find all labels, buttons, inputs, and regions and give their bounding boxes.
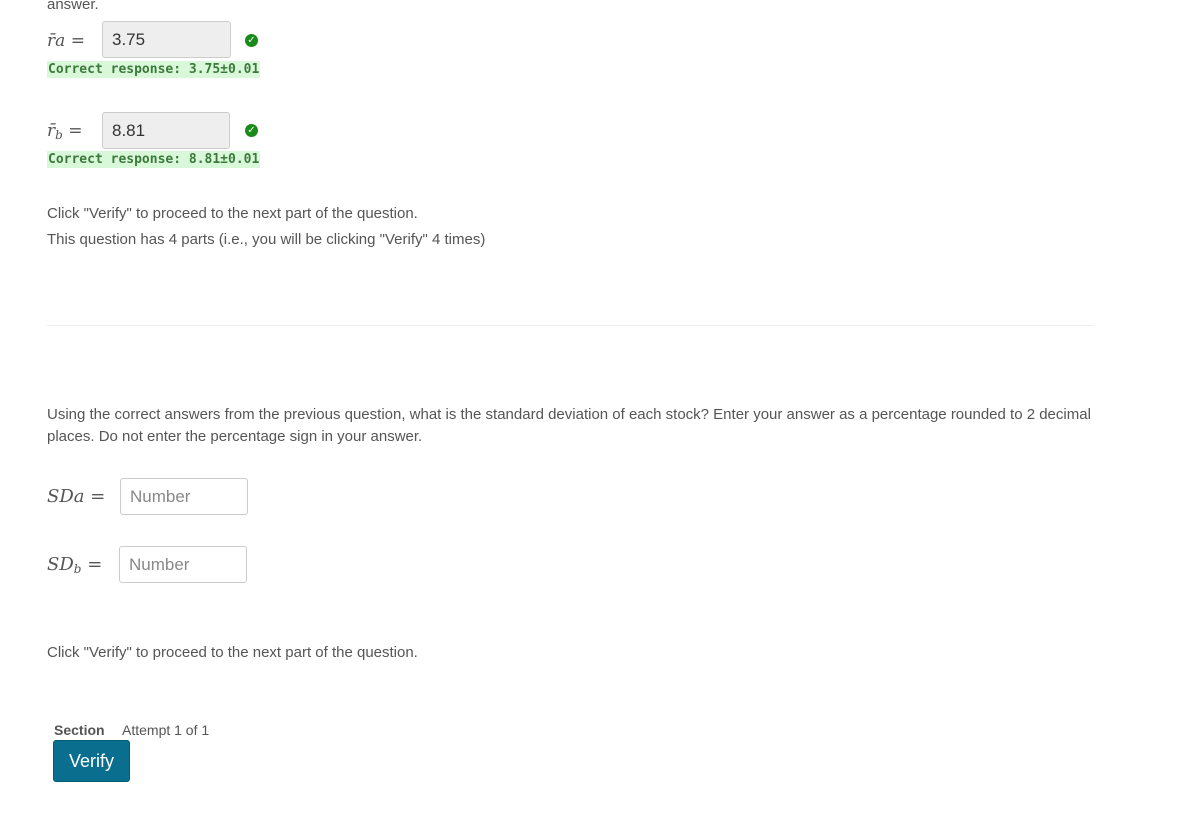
sda-label: SDa = <box>47 486 106 507</box>
sdb-label-symbol: SD <box>47 554 74 575</box>
question-page: answer. r̄a = ✓ Correct response: 3.75±0… <box>0 0 1188 819</box>
sda-answer-input[interactable] <box>120 478 248 515</box>
part-divider <box>47 325 1093 326</box>
sdb-label-sub: b <box>73 562 82 576</box>
sdb-answer-input[interactable] <box>119 546 247 583</box>
part1-instruction-parts: This question has 4 parts (i.e., you wil… <box>47 231 486 248</box>
part2-instruction-verify: Click "Verify" to proceed to the next pa… <box>47 644 418 661</box>
sda-label-sub: a <box>73 486 85 507</box>
section-label: Section <box>54 722 105 738</box>
ra-answer-input[interactable] <box>102 21 231 58</box>
sdb-label: SDb = <box>47 554 103 576</box>
rb-answer-input[interactable] <box>102 112 230 149</box>
rb-label: r̄b = <box>47 121 83 142</box>
ra-label-sub: a <box>55 31 66 51</box>
attempt-counter: Attempt 1 of 1 <box>122 722 210 738</box>
verify-button[interactable]: Verify <box>53 740 130 782</box>
part1-instruction-verify: Click "Verify" to proceed to the next pa… <box>47 205 418 222</box>
rb-label-sub: b <box>55 128 63 142</box>
sda-label-symbol: SD <box>47 486 74 507</box>
ra-label-symbol: r̄ <box>47 31 56 51</box>
ra-label: r̄a = <box>47 31 85 51</box>
top-fragment-text: answer. <box>47 0 99 13</box>
check-circle-icon: ✓ <box>245 34 258 47</box>
part2-question-text: Using the correct answers from the previ… <box>47 406 1091 445</box>
rb-correct-response: Correct response: 8.81±0.01 <box>47 151 261 168</box>
check-circle-icon: ✓ <box>245 124 258 137</box>
rb-label-symbol: r̄ <box>47 121 56 141</box>
ra-correct-response: Correct response: 3.75±0.01 <box>47 61 261 78</box>
